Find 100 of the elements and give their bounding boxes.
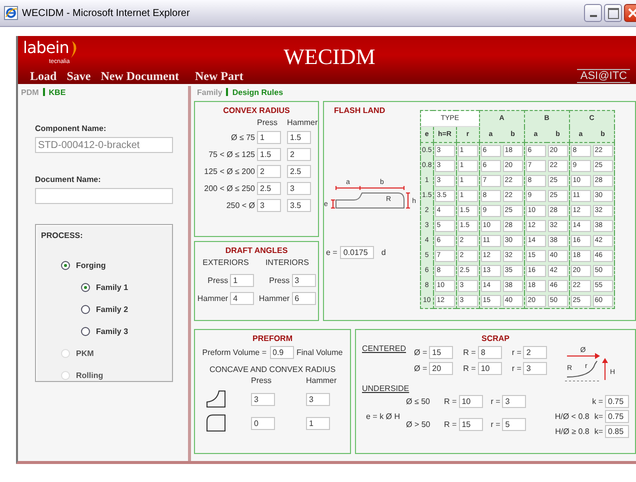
browser-icon [4, 6, 18, 20]
input-field[interactable]: 3 [251, 392, 275, 406]
column-header: Hammer [287, 118, 317, 127]
input-field[interactable]: 15 [458, 418, 483, 430]
dimension-arrow [602, 358, 608, 380]
radio-button[interactable] [81, 326, 90, 336]
input-field[interactable]: 3 [306, 392, 330, 406]
input-field[interactable]: 15 [429, 346, 454, 359]
field-label: R = [444, 397, 457, 406]
field-label: r = [512, 364, 522, 373]
field-label: Ø = [414, 348, 428, 357]
group-heading: EXTERIORS [202, 258, 249, 267]
input-field[interactable]: 2 [523, 346, 548, 359]
field-label: Hammer [258, 294, 290, 303]
field-label: r = [490, 420, 500, 428]
column-header: Press [257, 118, 278, 127]
section-heading: UNDERSIDE [362, 384, 410, 393]
input-field[interactable]: 3 [523, 362, 548, 375]
input-field[interactable]: 2 [287, 148, 311, 161]
tab[interactable]: KBE [48, 88, 66, 96]
field-label: k= [594, 412, 603, 421]
range-label: 250 < Ø [225, 201, 256, 210]
field-label: R = [444, 420, 457, 428]
field-label: Press [269, 276, 290, 285]
tab[interactable]: Design Rules [232, 88, 284, 96]
menu-item[interactable]: New Document [100, 69, 180, 84]
field-label: k = [592, 397, 603, 406]
input-field[interactable]: 10 [458, 395, 483, 408]
input-field[interactable]: 6 [292, 292, 316, 305]
input-field[interactable]: 1.5 [287, 131, 311, 144]
condition-label: H/Ø < 0.8 [554, 412, 590, 421]
panel-title: FLASH LAND [333, 105, 386, 117]
radio-button[interactable] [61, 260, 70, 270]
column-header: Hammer [306, 376, 338, 385]
input-field[interactable]: 0.85 [605, 425, 629, 438]
profile-curve [566, 360, 598, 378]
field-label: R = [463, 364, 476, 373]
input-field[interactable]: 2.5 [287, 165, 311, 178]
input-field[interactable]: 4 [230, 292, 254, 305]
input-field[interactable]: 2.5 [257, 182, 281, 195]
group-heading: INTERIORS [265, 258, 310, 267]
radio-label: Family 1 [96, 282, 128, 292]
radio-label: Forging [76, 260, 106, 270]
input-field[interactable]: 0.75 [605, 410, 629, 423]
concave-corner-icon [205, 389, 227, 409]
radio-button[interactable] [81, 304, 90, 314]
input-field[interactable]: 10 [478, 362, 502, 375]
input-field[interactable]: 1 [257, 131, 281, 144]
range-label: 125 < Ø ≤ 200 [203, 167, 256, 176]
panel-title: CONVEX RADIUS [222, 105, 291, 117]
input-field[interactable]: 0.75 [605, 395, 629, 408]
column-header: Press [251, 376, 272, 385]
input-field[interactable]: 3.5 [287, 199, 311, 212]
input-field[interactable]: 3 [502, 395, 526, 408]
radio-label: Family 3 [96, 326, 128, 336]
dimension-arrow [566, 353, 600, 359]
input-field[interactable]: 0 [251, 416, 275, 430]
field-label: Component Name: [35, 124, 108, 133]
window-title: WECIDM - Microsoft Internet Explorer [22, 8, 191, 18]
input-field[interactable]: 2 [257, 165, 281, 178]
input-field[interactable]: 5 [502, 418, 526, 430]
input-field[interactable]: 3 [257, 199, 281, 212]
app-title: WECIDM [282, 43, 376, 70]
field-label: Preform Volume = [202, 348, 266, 357]
input-field[interactable]: 1 [306, 416, 330, 430]
input-field[interactable]: 1 [230, 274, 254, 287]
radio-label: Family 2 [96, 304, 128, 314]
input-field[interactable]: 3 [292, 274, 316, 287]
input-field[interactable]: 1.5 [257, 148, 281, 161]
range-label: Ø ≤ 75 [230, 133, 256, 142]
input-field[interactable]: 0.9 [270, 346, 294, 359]
formula-label: e = k Ø H [365, 412, 400, 421]
logo-text: labein [23, 39, 69, 56]
radio-button[interactable] [81, 282, 90, 292]
base-line [564, 380, 602, 382]
input-field[interactable]: 3 [287, 182, 311, 195]
panel-title: PREFORM [252, 333, 294, 345]
field-label: Hammer [197, 294, 228, 303]
panel-title: PROCESS: [41, 231, 84, 240]
minimize-button[interactable] [584, 4, 602, 22]
input-field[interactable] [35, 188, 173, 204]
field-label: r = [512, 348, 522, 357]
section-heading: CONCAVE AND CONVEX RADIUS [208, 365, 337, 374]
field-label: Document Name: [35, 175, 102, 184]
condition-label: Ø > 50 [406, 420, 432, 428]
panel-title: DRAFT ANGLES [224, 245, 289, 257]
field-label: Ø = [414, 364, 428, 373]
input-field[interactable]: 8 [478, 346, 502, 359]
field-label: k= [594, 427, 603, 436]
menu-item[interactable]: New Part [195, 69, 244, 84]
maximize-button[interactable] [604, 4, 622, 22]
menu-item[interactable]: Load [30, 69, 57, 84]
field-label: r = [490, 397, 500, 406]
section-heading: CENTERED [362, 344, 406, 353]
unit-label: Final Volume [296, 348, 343, 357]
panel-title: SCRAP [480, 333, 510, 344]
input-field[interactable]: 20 [429, 362, 454, 375]
menu-item[interactable]: Save [66, 69, 91, 84]
input-field[interactable]: 0.0175 [340, 246, 374, 259]
unit-label: d [381, 248, 386, 257]
